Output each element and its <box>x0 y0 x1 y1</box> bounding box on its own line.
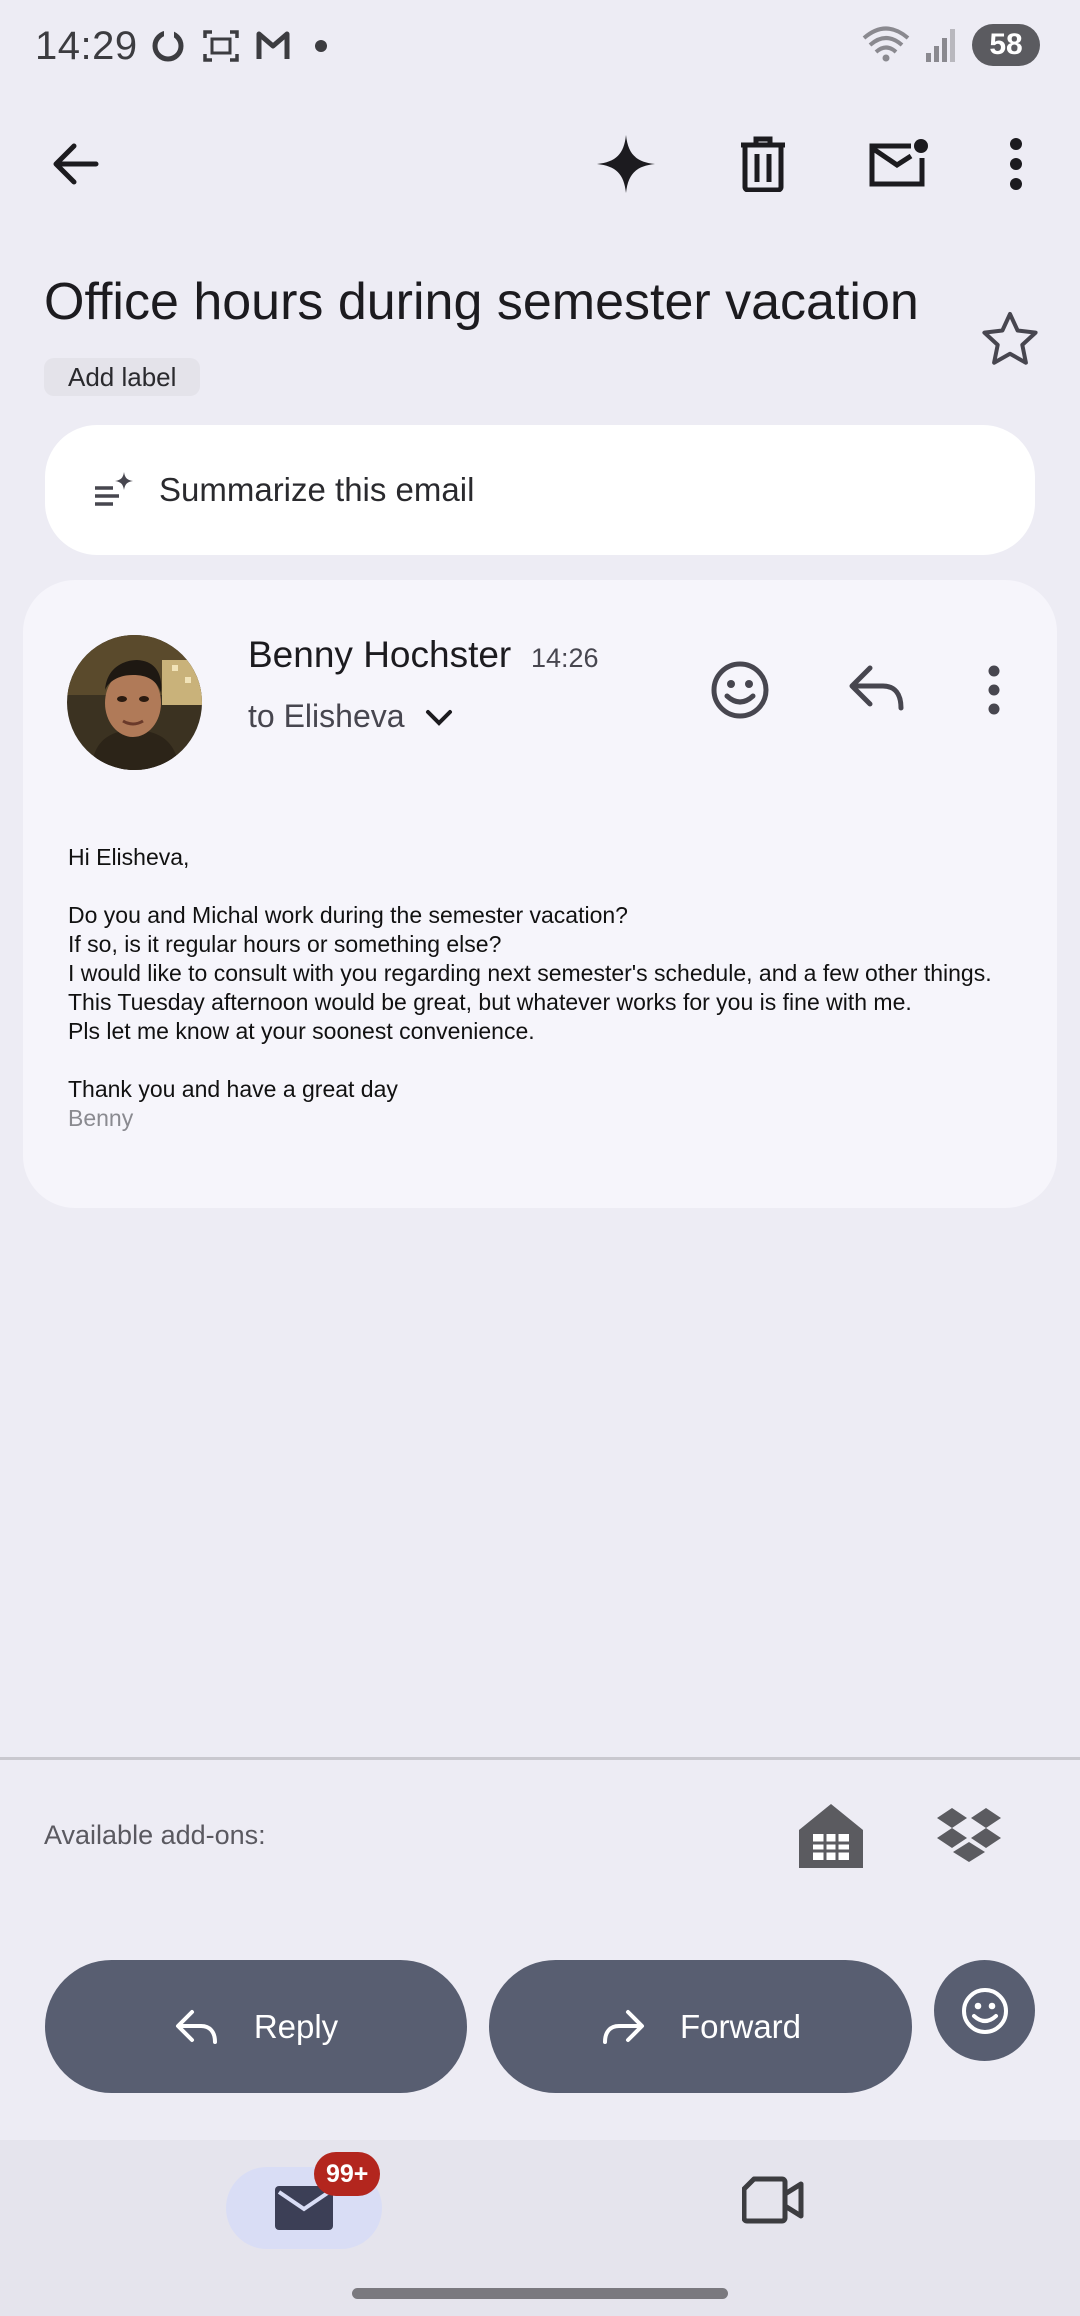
body-closing: Thank you and have a great day <box>68 1076 398 1102</box>
emoji-icon <box>961 1987 1008 2034</box>
mark-unread-icon <box>869 139 928 187</box>
body-signature: Benny <box>68 1105 134 1131</box>
gemini-sparkle-icon <box>597 135 655 193</box>
email-time: 14:26 <box>531 643 599 673</box>
back-arrow-icon <box>53 143 99 185</box>
battery-indicator: 58 <box>972 24 1040 66</box>
reply-label: Reply <box>253 2007 339 2045</box>
gesture-home-bar[interactable] <box>352 2288 728 2299</box>
unread-badge: 99+ <box>314 2152 381 2196</box>
back-button[interactable] <box>40 128 112 200</box>
addon-sheets-button[interactable] <box>795 1800 867 1877</box>
reply-icon <box>175 2009 217 2044</box>
screenshot-icon <box>203 30 239 62</box>
sender-avatar[interactable] <box>67 635 202 770</box>
sheet-addon-icon <box>799 1804 863 1868</box>
summarize-sparkle-icon <box>95 472 133 506</box>
video-camera-icon <box>741 2176 804 2224</box>
react-emoji-button[interactable] <box>710 660 770 725</box>
reply-icon-button[interactable] <box>848 664 906 717</box>
recipient-text: to Elisheva <box>248 698 405 734</box>
divider <box>0 1757 1080 1760</box>
recipient-toggle[interactable]: to Elisheva <box>248 698 453 735</box>
wifi-icon <box>862 26 910 62</box>
mark-unread-button[interactable] <box>862 128 934 200</box>
more-vert-icon <box>988 665 1000 715</box>
add-label-chip[interactable]: Add label <box>44 358 201 396</box>
forward-icon <box>602 2009 644 2044</box>
reply-button[interactable]: Reply <box>45 1960 467 2093</box>
delete-icon <box>741 136 785 192</box>
signal-icon <box>926 29 955 62</box>
nav-meet-tab[interactable] <box>741 2176 804 2229</box>
more-options-button[interactable] <box>980 128 1052 200</box>
email-subject: Office hours during semester vacation <box>44 273 919 331</box>
body-line: Do you and Michal work during the semest… <box>68 902 628 928</box>
status-system-icons: 58 <box>862 24 1040 66</box>
status-notification-icons <box>150 28 336 64</box>
more-vert-icon <box>1010 138 1022 190</box>
sync-icon <box>152 30 184 62</box>
delete-button[interactable] <box>727 128 799 200</box>
dropbox-icon <box>937 1808 1001 1862</box>
emoji-icon <box>711 661 769 719</box>
gmail-icon <box>256 31 290 59</box>
body-greeting: Hi Elisheva, <box>68 844 190 870</box>
addon-dropbox-button[interactable] <box>935 1806 1003 1871</box>
dot-icon <box>315 40 327 52</box>
gemini-button[interactable] <box>590 128 662 200</box>
star-icon <box>982 312 1038 365</box>
sender-name[interactable]: Benny Hochster <box>248 634 511 676</box>
reply-icon <box>849 665 904 711</box>
email-body: Hi Elisheva, Do you and Michal work duri… <box>68 843 1018 1133</box>
addons-label: Available add-ons: <box>44 1820 266 1850</box>
body-line: I would like to consult with you regardi… <box>68 960 992 1015</box>
star-button[interactable] <box>980 310 1040 373</box>
chevron-down-icon <box>425 709 452 726</box>
avatar-image <box>67 635 202 770</box>
summarize-button[interactable]: Summarize this email <box>45 425 1035 555</box>
summarize-label: Summarize this email <box>159 471 475 508</box>
body-line: Pls let me know at your soonest convenie… <box>68 1018 535 1044</box>
message-more-button[interactable] <box>987 665 1001 720</box>
status-time: 14:29 <box>35 24 138 68</box>
emoji-reaction-button[interactable] <box>934 1960 1035 2061</box>
forward-label: Forward <box>679 2007 802 2045</box>
body-line: If so, is it regular hours or something … <box>68 931 502 957</box>
forward-button[interactable]: Forward <box>489 1960 912 2093</box>
